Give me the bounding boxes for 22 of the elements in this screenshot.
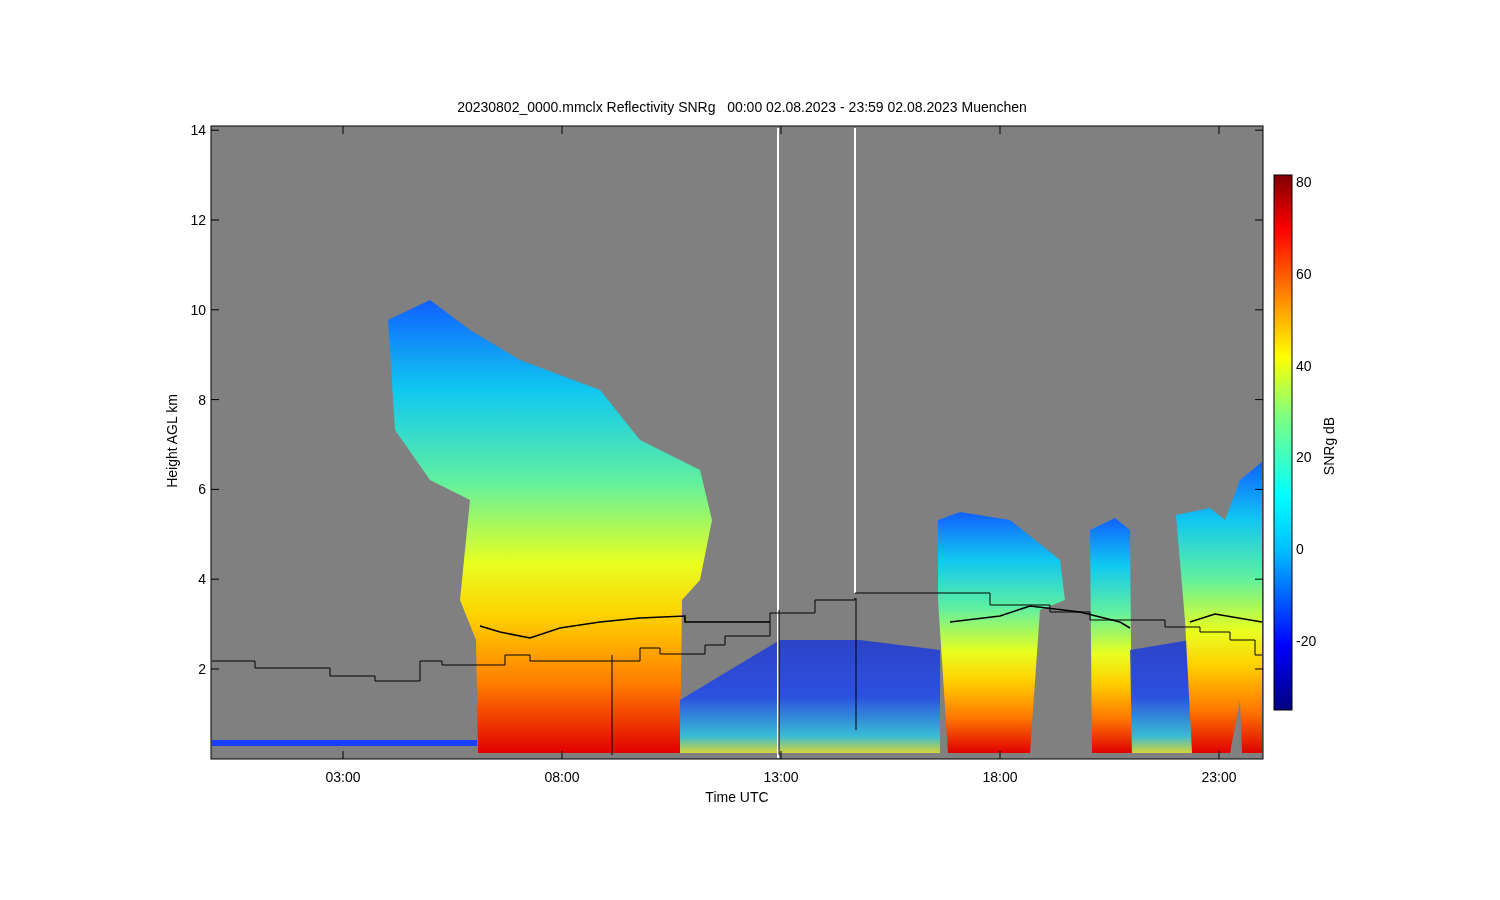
y-axis-tick-label: 10 [190,301,206,318]
colorbar-tick-label: 40 [1296,357,1312,374]
y-axis-label: Height AGL km [164,394,180,488]
colorbar-tick-label: 80 [1296,174,1312,190]
x-axis-tick-label: 23:00 [1201,769,1237,785]
colorbar-tick-label: 20 [1296,449,1312,466]
colorbar-tick-label: 0 [1296,541,1304,558]
y-axis-tick-label: 4 [198,571,206,588]
y-axis-tick-label: 12 [190,212,206,228]
x-axis-label: Time UTC [705,789,769,805]
colorbar-tick-label: -20 [1296,633,1317,649]
y-axis-tick-label: 14 [190,122,206,139]
y-axis-tick-label: 8 [198,391,206,408]
y-axis-tick-label: 6 [198,481,206,498]
chart-title: 20230802_0000.mmclx Reflectivity SNRg 00:00 02.08.2023 - 23:59 02.08.2023 Muenchen [457,99,1027,115]
x-axis-tick-label: 08:00 [544,769,580,785]
y-axis-tick-label: 2 [198,661,206,677]
colorbar-tick-label: 60 [1296,265,1312,282]
x-axis-tick-label: 18:00 [982,769,1018,785]
colorbar-label: SNRg dB [1321,416,1337,476]
x-axis-tick-label: 13:00 [763,769,799,785]
x-axis-tick-label: 03:00 [325,769,361,785]
